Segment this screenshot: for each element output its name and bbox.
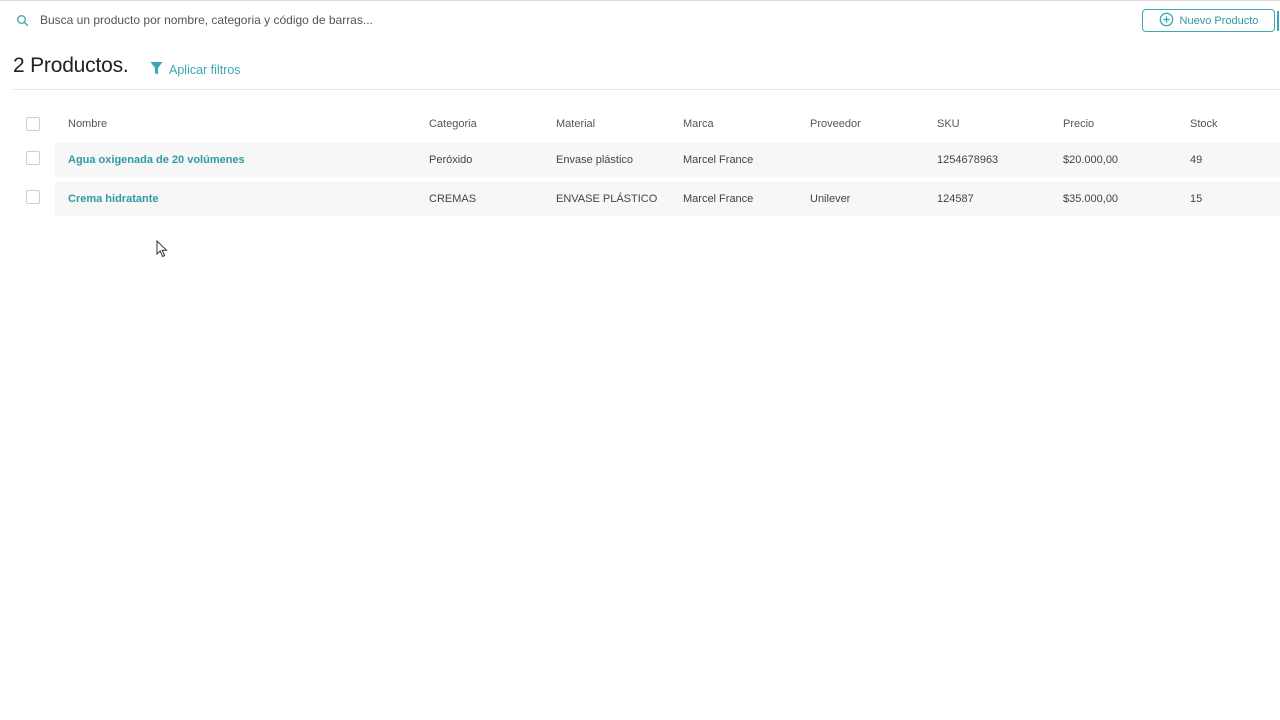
column-header-precio[interactable]: Precio bbox=[1063, 118, 1094, 130]
mouse-cursor-icon bbox=[156, 239, 168, 258]
column-header-marca[interactable]: Marca bbox=[683, 118, 714, 130]
column-header-sku[interactable]: SKU bbox=[937, 118, 960, 130]
row-checkbox[interactable] bbox=[26, 151, 40, 165]
new-product-button[interactable]: Nuevo Producto bbox=[1142, 9, 1275, 32]
cell-proveedor: Unilever bbox=[810, 193, 851, 205]
filter-icon bbox=[150, 61, 163, 79]
header-divider bbox=[13, 89, 1280, 90]
column-header-categoria[interactable]: Categoria bbox=[429, 118, 477, 130]
column-header-material[interactable]: Material bbox=[556, 118, 595, 130]
cell-sku: 1254678963 bbox=[937, 154, 999, 166]
cell-material: Envase plástico bbox=[556, 154, 634, 166]
select-all-checkbox[interactable] bbox=[26, 117, 40, 131]
cell-precio: $20.000,00 bbox=[1063, 154, 1119, 166]
cell-material: ENVASE PLÁSTICO bbox=[556, 193, 658, 205]
cell-categoria: Peróxido bbox=[429, 154, 473, 166]
column-header-stock[interactable]: Stock bbox=[1190, 118, 1218, 130]
cell-categoria: CREMAS bbox=[429, 193, 477, 205]
cell-stock: 49 bbox=[1190, 154, 1203, 166]
cell-sku: 124587 bbox=[937, 193, 974, 205]
product-name-link[interactable]: Crema hidratante bbox=[68, 193, 158, 205]
cell-precio: $35.000,00 bbox=[1063, 193, 1119, 205]
cell-stock: 15 bbox=[1190, 193, 1203, 205]
plus-circle-icon bbox=[1159, 12, 1174, 30]
table-row[interactable]: Agua oxigenada de 20 volúmenes Peróxido … bbox=[55, 143, 1280, 177]
column-header-proveedor[interactable]: Proveedor bbox=[810, 118, 861, 130]
table-row[interactable]: Crema hidratante CREMAS ENVASE PLÁSTICO … bbox=[55, 182, 1280, 216]
column-header-nombre[interactable]: Nombre bbox=[68, 118, 107, 130]
cell-marca: Marcel France bbox=[683, 193, 754, 205]
apply-filters-label: Aplicar filtros bbox=[169, 63, 241, 77]
cell-marca: Marcel France bbox=[683, 154, 754, 166]
search-icon bbox=[16, 14, 30, 28]
product-name-link[interactable]: Agua oxigenada de 20 volúmenes bbox=[68, 154, 245, 166]
apply-filters-button[interactable]: Aplicar filtros bbox=[150, 61, 241, 79]
page-title: 2 Productos. bbox=[13, 54, 129, 77]
search-input[interactable] bbox=[34, 7, 740, 33]
edge-divider bbox=[1277, 11, 1279, 31]
search-bar: Nuevo Producto bbox=[0, 1, 1280, 39]
new-product-label: Nuevo Producto bbox=[1179, 14, 1259, 27]
row-checkbox[interactable] bbox=[26, 190, 40, 204]
